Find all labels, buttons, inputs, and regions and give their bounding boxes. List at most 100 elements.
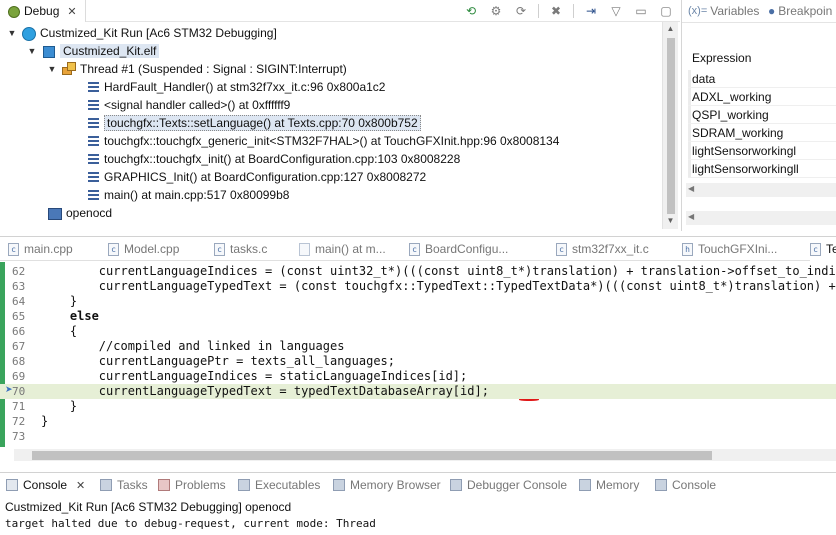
elf-icon [40, 44, 56, 58]
tab-main-at[interactable]: main() at m... [299, 237, 386, 261]
scroll-down-icon[interactable]: ▼ [663, 216, 678, 225]
remove-terminated-icon[interactable]: ✖ [548, 3, 564, 19]
line-number: 69 [12, 370, 26, 383]
code-line[interactable]: 63 currentLanguageTypedText = (const tou… [0, 279, 836, 294]
stack-frame-row[interactable]: main() at main.cpp:517 0x80099b8 [84, 186, 289, 204]
tab-variables[interactable]: (x)= Variables [688, 0, 759, 22]
scroll-up-icon[interactable]: ▲ [663, 24, 678, 33]
collapse-arrow-icon[interactable]: ▼ [46, 64, 58, 74]
maximize-icon[interactable]: ▢ [658, 3, 674, 19]
thread-icon [60, 62, 76, 76]
tab-boardconfiguration[interactable]: c BoardConfigu... [409, 237, 508, 261]
minimize-icon[interactable]: ▭ [633, 3, 649, 19]
stack-frame-row[interactable]: GRAPHICS_Init() at BoardConfiguration.cp… [84, 168, 426, 186]
line-number: 63 [12, 280, 26, 293]
code-line[interactable]: 73 [0, 429, 836, 444]
editor-tab-label: stm32f7xx_it.c [572, 242, 649, 256]
tab-tasks-c[interactable]: c tasks.c [214, 237, 267, 261]
scrollbar-thumb[interactable] [667, 38, 675, 214]
breakpoint-icon: ● [768, 4, 776, 18]
code-line[interactable]: 67 //compiled and linked in languages [0, 339, 836, 354]
stack-frame-icon [86, 134, 100, 148]
tab-console-2[interactable]: Console [655, 473, 716, 497]
tab-touchgfxinit[interactable]: h TouchGFXIni... [682, 237, 777, 261]
debug-vertical-scrollbar[interactable]: ▲ ▼ [662, 22, 678, 229]
expression-row[interactable]: QSPI_working [688, 106, 836, 124]
process-icon [46, 206, 62, 220]
console-process-title: Custmized_Kit Run [Ac6 STM32 Debugging] … [5, 500, 292, 514]
code-line[interactable]: 62 currentLanguageIndices = (const uint3… [0, 264, 836, 279]
debug-tree: ▼ Custmized_Kit Run [Ac6 STM32 Debugging… [0, 22, 662, 231]
stack-frame-row[interactable]: <signal handler called>() at 0xffffff9 [84, 96, 290, 114]
tab-breakpoints[interactable]: ● Breakpoin [768, 0, 832, 22]
expression-row[interactable]: ADXL_working [688, 88, 836, 106]
memory-browser-icon [333, 479, 345, 491]
tab-console[interactable]: Console ✕ [6, 473, 85, 497]
header-file-icon: h [682, 242, 693, 256]
collapse-arrow-icon[interactable]: ▼ [26, 46, 38, 56]
tree-item-elf[interactable]: ▼ Custmized_Kit.elf [26, 42, 160, 60]
stack-frame-icon [86, 170, 100, 184]
tab-executables[interactable]: Executables [238, 473, 320, 497]
expressions-horizontal-scrollbar[interactable]: ◀ [686, 183, 836, 197]
expression-row[interactable]: lightSensorworkingll [688, 160, 836, 178]
code-line[interactable]: 68 currentLanguagePtr = texts_all_langua… [0, 354, 836, 369]
expression-row[interactable]: lightSensorworkingl [688, 142, 836, 160]
scroll-left-icon[interactable]: ◀ [688, 184, 694, 193]
collapse-arrow-icon[interactable]: ▼ [6, 28, 18, 38]
expression-row[interactable]: SDRAM_working [688, 124, 836, 142]
code-line[interactable]: 72} [0, 414, 836, 429]
tab-main-cpp[interactable]: c main.cpp [8, 237, 73, 261]
code-area[interactable]: 62 currentLanguageIndices = (const uint3… [0, 262, 836, 447]
console-output-line[interactable]: target halted due to debug-request, curr… [5, 517, 376, 530]
stack-frame-row-selected[interactable]: touchgfx::Texts::setLanguage() at Texts.… [84, 114, 421, 132]
tab-stm32f7xx-it[interactable]: c stm32f7xx_it.c [556, 237, 649, 261]
expression-column-header[interactable]: Expression [692, 51, 751, 65]
expression-row[interactable]: data [688, 70, 836, 88]
line-number: 64 [12, 295, 26, 308]
tab-memory-browser[interactable]: Memory Browser [333, 473, 441, 497]
stack-frame-row[interactable]: touchgfx::touchgfx_generic_init<STM32F7H… [84, 132, 559, 150]
stack-frame-icon [86, 188, 100, 202]
tree-item-openocd[interactable]: openocd [44, 204, 112, 222]
line-number: 71 [12, 400, 26, 413]
details-horizontal-scrollbar[interactable]: ◀ [686, 211, 836, 225]
red-annotation-mark [519, 398, 539, 401]
scrollbar-thumb[interactable] [32, 451, 712, 460]
close-icon[interactable]: ✕ [67, 5, 76, 18]
editor-tab-label: BoardConfigu... [425, 242, 509, 256]
tab-debug-label: Debug [24, 4, 60, 18]
stack-frame-row[interactable]: touchgfx::touchgfx_init() at BoardConfig… [84, 150, 460, 168]
code-line[interactable]: 64 } [0, 294, 836, 309]
stack-frame-label: touchgfx::touchgfx_generic_init<STM32F7H… [104, 134, 560, 148]
view-menu-icon[interactable]: ▽ [608, 3, 624, 19]
close-icon[interactable]: ✕ [76, 479, 85, 492]
code-line[interactable]: 69 currentLanguageIndices = staticLangua… [0, 369, 836, 384]
step-mode-icon[interactable]: ⇥ [583, 3, 599, 19]
current-code-line[interactable]: 70 currentLanguageTypedText = typedTextD… [0, 384, 836, 399]
relaunch-icon[interactable]: ⟲ [463, 3, 479, 19]
tab-problems[interactable]: Problems [158, 473, 226, 497]
tab-texts-cpp[interactable]: c Te [810, 237, 836, 261]
console-tab-label: Executables [255, 478, 321, 492]
code-line[interactable]: 71 } [0, 399, 836, 414]
divider [682, 22, 836, 23]
tab-tasks[interactable]: Tasks [100, 473, 148, 497]
disconnect-icon[interactable]: ⚙ [488, 3, 504, 19]
tree-item-launch[interactable]: ▼ Custmized_Kit Run [Ac6 STM32 Debugging… [6, 24, 277, 42]
stack-frame-row[interactable]: HardFault_Handler() at stm32f7xx_it.c:96… [84, 78, 385, 96]
scroll-left-icon[interactable]: ◀ [688, 212, 694, 221]
c-file-icon: c [556, 242, 567, 256]
code-text: else [41, 309, 99, 323]
stack-frame-label: main() at main.cpp:517 0x80099b8 [104, 188, 290, 202]
tab-model-cpp[interactable]: c Model.cpp [108, 237, 179, 261]
tab-debugger-console[interactable]: Debugger Console [450, 473, 567, 497]
code-line[interactable]: 65 else [0, 309, 836, 324]
tab-memory[interactable]: Memory [579, 473, 639, 497]
editor-horizontal-scrollbar[interactable] [14, 449, 836, 461]
tree-item-thread[interactable]: ▼ Thread #1 (Suspended : Signal : SIGINT… [46, 60, 347, 78]
console-icon [655, 479, 667, 491]
tab-debug[interactable]: Debug ✕ [0, 0, 86, 22]
code-line[interactable]: 66 { [0, 324, 836, 339]
restart-icon[interactable]: ⟳ [513, 3, 529, 19]
